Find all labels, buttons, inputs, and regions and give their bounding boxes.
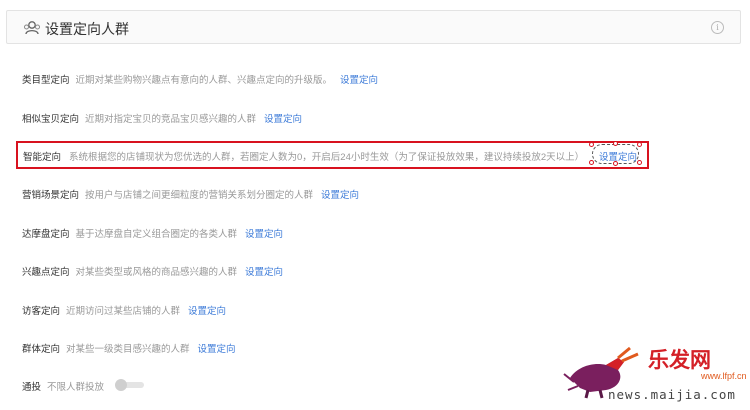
option-label: 兴趣点定向 bbox=[22, 267, 70, 278]
selection-handle bbox=[637, 160, 642, 165]
set-targeting-link[interactable]: 设置定向 bbox=[599, 149, 637, 163]
selection-handle bbox=[637, 142, 642, 147]
option-desc: 对某些一级类目感兴趣的人群 bbox=[66, 344, 190, 355]
general-delivery-toggle[interactable] bbox=[115, 379, 144, 391]
option-label: 群体定向 bbox=[22, 344, 61, 355]
option-desc: 系统根据您的店铺现状为您优选的人群，若圈定人数为0，开启后24小时生效（为了保证… bbox=[69, 152, 585, 163]
selection-handle bbox=[613, 141, 618, 146]
watermark-small-url: www.lfpf.cn bbox=[701, 371, 747, 381]
watermark: 乐发网 www.lfpf.cn news.maijia.com bbox=[560, 340, 750, 410]
option-desc: 按用户与店铺之间更细粒度的营销关系划分圈定的人群 bbox=[85, 190, 314, 201]
option-label: 相似宝贝定向 bbox=[22, 114, 80, 125]
option-general-delivery: 通投 不限人群投放 bbox=[22, 379, 104, 395]
option-label: 达摩盘定向 bbox=[22, 229, 70, 240]
option-desc: 基于达摩盘自定义组合圈定的各类人群 bbox=[75, 229, 238, 240]
option-visitor-targeting: 访客定向 近期访问过某些店铺的人群 设置定向 bbox=[22, 303, 226, 319]
option-desc: 近期对指定宝贝的竞品宝贝感兴趣的人群 bbox=[85, 114, 257, 125]
watermark-url: news.maijia.com bbox=[608, 387, 736, 402]
option-similar-item-targeting: 相似宝贝定向 近期对指定宝贝的竞品宝贝感兴趣的人群 设置定向 bbox=[22, 111, 302, 127]
option-dmp-targeting: 达摩盘定向 基于达摩盘自定义组合圈定的各类人群 设置定向 bbox=[22, 226, 283, 242]
option-label: 类目型定向 bbox=[22, 75, 70, 86]
set-targeting-link[interactable]: 设置定向 bbox=[245, 267, 283, 278]
watermark-brand: 乐发网 bbox=[648, 349, 711, 372]
option-marketing-scene-targeting: 营销场景定向 按用户与店铺之间更细粒度的营销关系划分圈定的人群 设置定向 bbox=[22, 187, 359, 203]
toggle-knob[interactable] bbox=[115, 379, 127, 391]
selection-handle bbox=[613, 161, 618, 166]
option-desc: 近期访问过某些店铺的人群 bbox=[66, 306, 181, 317]
set-targeting-link[interactable]: 设置定向 bbox=[264, 114, 302, 125]
panel-header: 设置定向人群 i bbox=[6, 10, 741, 44]
option-desc: 不限人群投放 bbox=[47, 382, 105, 393]
set-targeting-link[interactable]: 设置定向 bbox=[340, 75, 378, 86]
option-desc: 近期对某些购物兴趣点有意向的人群、兴趣点定向的升级版。 bbox=[75, 75, 333, 86]
selection-handle bbox=[589, 160, 594, 165]
option-group-targeting: 群体定向 对某些一级类目感兴趣的人群 设置定向 bbox=[22, 341, 236, 357]
option-interest-targeting: 兴趣点定向 对某些类型或风格的商品感兴趣的人群 设置定向 bbox=[22, 264, 283, 280]
selection-handle bbox=[589, 142, 594, 147]
option-label: 通投 bbox=[22, 382, 42, 393]
info-icon[interactable]: i bbox=[711, 21, 724, 34]
option-desc: 对某些类型或风格的商品感兴趣的人群 bbox=[75, 267, 238, 278]
set-targeting-link[interactable]: 设置定向 bbox=[188, 306, 226, 317]
set-targeting-link[interactable]: 设置定向 bbox=[198, 344, 236, 355]
option-category-targeting: 类目型定向 近期对某些购物兴趣点有意向的人群、兴趣点定向的升级版。 设置定向 bbox=[22, 72, 378, 88]
set-targeting-link[interactable]: 设置定向 bbox=[245, 229, 283, 240]
set-targeting-link[interactable]: 设置定向 bbox=[321, 190, 359, 201]
option-label: 智能定向 bbox=[23, 152, 62, 163]
option-label: 访客定向 bbox=[22, 306, 61, 317]
option-label: 营销场景定向 bbox=[22, 190, 80, 201]
page-title: 设置定向人群 bbox=[45, 21, 129, 37]
crowd-icon bbox=[24, 21, 40, 35]
option-smart-targeting: 智能定向 系统根据您的店铺现状为您优选的人群，若圈定人数为0，开启后24小时生效… bbox=[16, 141, 649, 169]
